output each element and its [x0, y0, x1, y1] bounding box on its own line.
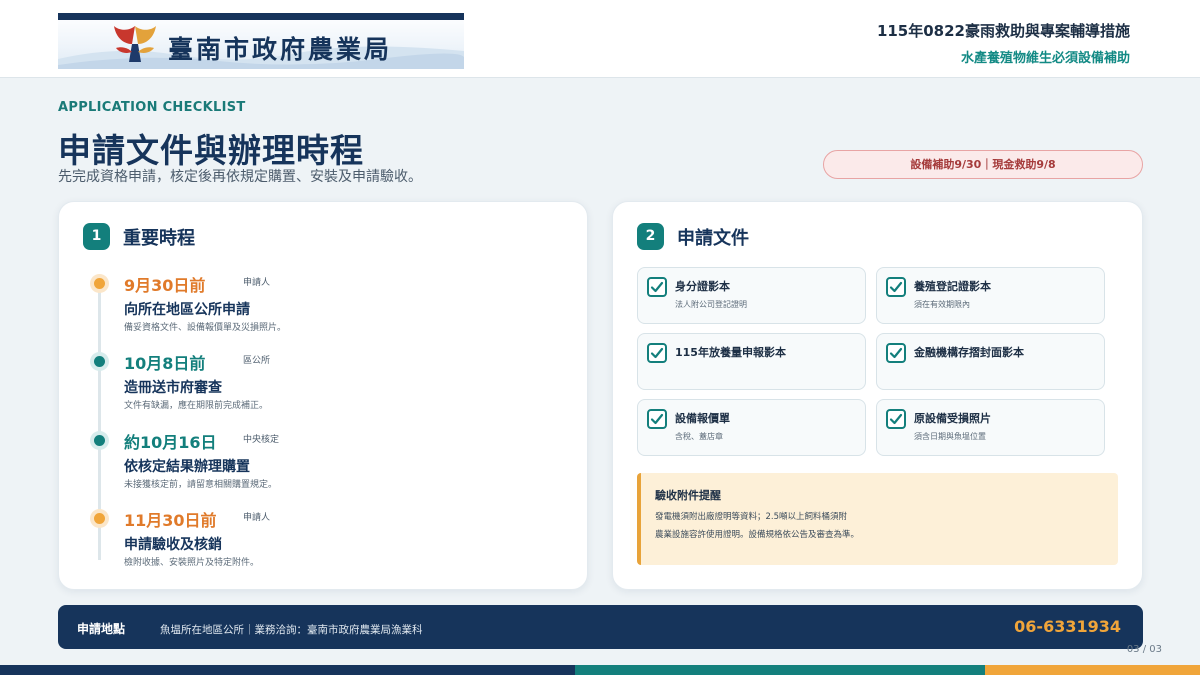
agency-logo-banner: 臺南市政府農業局 — [58, 13, 464, 69]
timeline-dot — [90, 274, 109, 293]
document-note: 法人附公司登記證明 — [675, 300, 747, 309]
document-name: 身分證影本 — [675, 280, 730, 293]
deadline-badge: 設備補助9/30｜現金救助9/8 — [823, 150, 1143, 179]
timeline-card-title: 重要時程 — [123, 227, 195, 249]
timeline-item: 9月30日前 申請人 向所在地區公所申請 備妥資格文件、設備報價單及災損照片。 — [86, 272, 566, 352]
documents-card-title: 申請文件 — [677, 227, 749, 249]
timeline-dot — [90, 352, 109, 371]
document-item: 設備報價單 含稅、蓋店章 — [637, 399, 866, 456]
timeline-note: 檢附收據、安裝照片及特定附件。 — [124, 558, 260, 568]
document-note: 須含日期與魚塭位置 — [914, 432, 986, 441]
notice-text: 發電機須附出廠證明等資料；2.5噸以上飼料桶須附 — [655, 512, 848, 522]
document-name: 養殖登記證影本 — [914, 280, 991, 293]
timeline-role: 申請人 — [243, 278, 271, 288]
timeline-role: 中央核定 — [243, 435, 280, 445]
document-name: 原設備受損照片 — [914, 412, 991, 425]
checkbox-checked-icon — [647, 343, 667, 363]
bottom-stripe-teal — [575, 665, 985, 675]
documents-card: 2 申請文件 身分證影本 法人附公司登記證明 養殖登記證影本 須在有效期限內 1… — [612, 201, 1143, 590]
logo-top-bar — [58, 13, 464, 20]
document-name: 設備報價單 — [675, 412, 730, 425]
timeline-date: 約10月16日 — [124, 433, 217, 452]
page-description: 先完成資格申請，核定後再依規定購置、安裝及申請驗收。 — [58, 169, 422, 185]
section-eyebrow: APPLICATION CHECKLIST — [58, 100, 246, 115]
document-item: 115年放養量申報影本 — [637, 333, 866, 390]
city-emblem-icon — [114, 26, 156, 62]
timeline-note: 未接獲核定前，請留意相關購置規定。 — [124, 480, 278, 490]
timeline-date: 11月30日前 — [124, 511, 217, 530]
timeline-action: 申請驗收及核銷 — [124, 537, 222, 553]
checkbox-checked-icon — [886, 277, 906, 297]
footer-label: 申請地點 — [77, 622, 126, 636]
page-title: 申請文件與辦理時程 — [58, 131, 364, 170]
page-number: 03 / 03 — [1126, 644, 1162, 655]
document-name: 金融機構存摺封面影本 — [914, 346, 1024, 359]
timeline-action: 向所在地區公所申請 — [124, 302, 250, 318]
document-item: 身分證影本 法人附公司登記證明 — [637, 267, 866, 324]
timeline-role: 區公所 — [243, 356, 271, 366]
timeline-date: 10月8日前 — [124, 354, 206, 373]
document-item: 金融機構存摺封面影本 — [876, 333, 1105, 390]
inspection-notice: 驗收附件提醒 發電機須附出廠證明等資料；2.5噸以上飼料桶須附 農業設施容許使用… — [637, 473, 1118, 565]
notice-title: 驗收附件提醒 — [655, 489, 721, 502]
timeline-note: 備妥資格文件、設備報價單及災損照片。 — [124, 323, 287, 333]
step-number-badge: 2 — [637, 223, 664, 250]
documents-card-header: 2 申請文件 — [637, 223, 749, 250]
bottom-stripe-amber — [985, 665, 1200, 675]
timeline-role: 申請人 — [243, 513, 271, 523]
document-name: 115年放養量申報影本 — [675, 346, 786, 359]
timeline-item: 約10月16日 中央核定 依核定結果辦理購置 未接獲核定前，請留意相關購置規定。 — [86, 429, 566, 509]
notice-text: 農業設施容許使用證明。設備規格依公告及審查為準。 — [655, 530, 860, 540]
document-note: 含稅、蓋店章 — [675, 432, 723, 441]
timeline-card: 1 重要時程 9月30日前 申請人 向所在地區公所申請 備妥資格文件、設備報價單… — [58, 201, 588, 590]
agency-logo-text: 臺南市政府農業局 — [168, 35, 393, 64]
timeline-note: 文件有缺漏，應在期限前完成補正。 — [124, 401, 269, 411]
program-subtitle: 水產養殖物維生必須設備補助 — [960, 51, 1130, 66]
document-item: 原設備受損照片 須含日期與魚塭位置 — [876, 399, 1105, 456]
checkbox-checked-icon — [647, 409, 667, 429]
contact-footer: 申請地點 魚塭所在地區公所｜業務洽詢：臺南市政府農業局漁業科 06-633193… — [58, 605, 1143, 649]
step-number-badge: 1 — [83, 223, 110, 250]
timeline-action: 依核定結果辦理購置 — [124, 459, 250, 475]
bottom-stripe-navy — [0, 665, 575, 675]
document-item: 養殖登記證影本 須在有效期限內 — [876, 267, 1105, 324]
timeline-dot — [90, 431, 109, 450]
checkbox-checked-icon — [886, 343, 906, 363]
footer-contact-text: 魚塭所在地區公所｜業務洽詢：臺南市政府農業局漁業科 — [160, 624, 423, 636]
program-title: 115年0822豪雨救助與專案輔導措施 — [876, 22, 1130, 40]
timeline-item: 11月30日前 申請人 申請驗收及核銷 檢附收據、安裝照片及特定附件。 — [86, 507, 566, 587]
page-header: 臺南市政府農業局 115年0822豪雨救助與專案輔導措施 水產養殖物維生必須設備… — [0, 0, 1200, 78]
checkbox-checked-icon — [647, 277, 667, 297]
timeline-date: 9月30日前 — [124, 276, 206, 295]
document-note: 須在有效期限內 — [914, 300, 970, 309]
checkbox-checked-icon — [886, 409, 906, 429]
timeline-item: 10月8日前 區公所 造冊送市府審查 文件有缺漏，應在期限前完成補正。 — [86, 350, 566, 430]
timeline-dot — [90, 509, 109, 528]
contact-phone: 06-6331934 — [1014, 617, 1121, 636]
timeline-card-header: 1 重要時程 — [83, 223, 195, 250]
timeline-action: 造冊送市府審查 — [124, 380, 222, 396]
